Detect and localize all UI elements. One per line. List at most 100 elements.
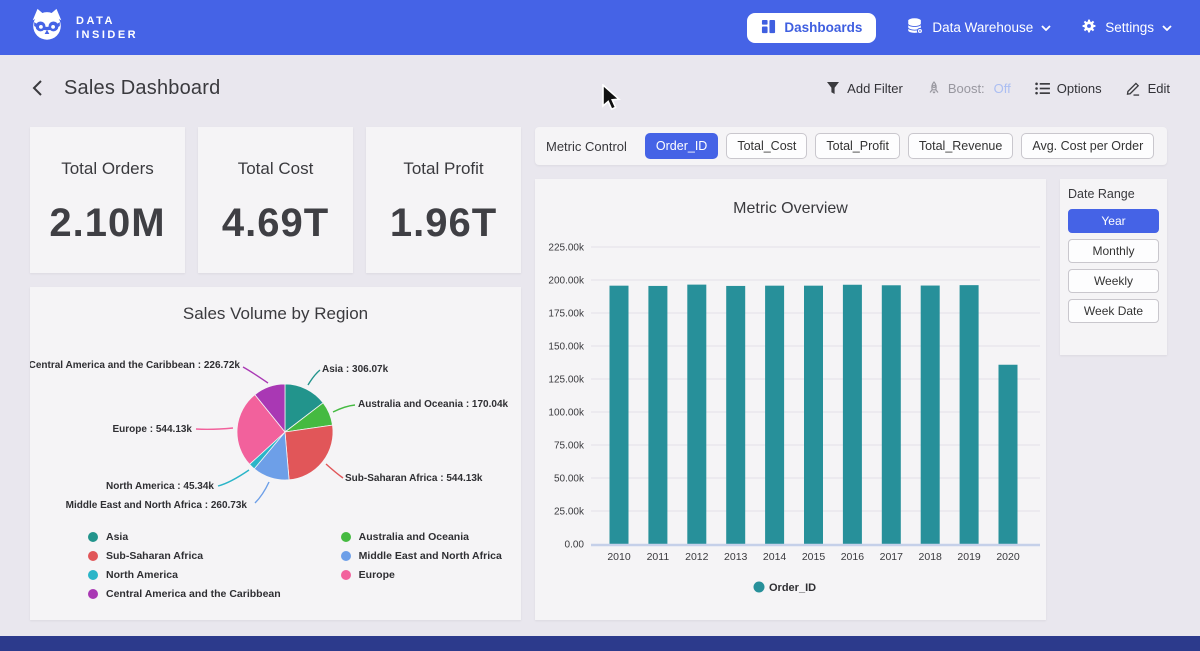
date-range-panel: Date Range Year Monthly Weekly Week Date: [1060, 179, 1167, 355]
add-filter-button[interactable]: Add Filter: [826, 81, 903, 96]
legend-dot-icon: [88, 532, 98, 542]
svg-text:2018: 2018: [919, 551, 943, 563]
kpi-card-total-profit: Total Profit 1.96T: [366, 127, 521, 273]
data-warehouse-menu[interactable]: Data Warehouse: [906, 17, 1051, 38]
bar-chart-card: Metric Overview 0.0025.00k50.00k75.00k10…: [535, 179, 1046, 620]
back-button[interactable]: [30, 78, 50, 98]
svg-text:Europe : 544.13k: Europe : 544.13k: [113, 424, 193, 435]
boost-label: Boost:: [948, 81, 985, 96]
options-label: Options: [1057, 81, 1102, 96]
legend-item[interactable]: Central America and the Caribbean: [88, 588, 281, 600]
metric-button-avg-cost[interactable]: Avg. Cost per Order: [1021, 133, 1154, 159]
svg-text:Sub-Saharan Africa : 544.13k: Sub-Saharan Africa : 544.13k: [345, 473, 483, 484]
footer-strip: [0, 636, 1200, 651]
svg-text:Order_ID: Order_ID: [769, 582, 816, 594]
svg-text:2014: 2014: [763, 551, 787, 563]
kpi-label: Total Orders: [30, 159, 185, 179]
rocket-icon: [927, 81, 941, 96]
chevron-down-icon: [1041, 25, 1051, 31]
dashboard-grid-icon: [761, 19, 776, 37]
funnel-icon: [826, 81, 840, 95]
kpi-value: 1.96T: [366, 201, 521, 246]
options-button[interactable]: Options: [1035, 81, 1102, 96]
legend-dot-icon: [341, 570, 351, 580]
list-icon: [1035, 82, 1050, 95]
date-range-week-date-button[interactable]: Week Date: [1068, 299, 1159, 323]
svg-text:100.00k: 100.00k: [548, 408, 585, 419]
edit-button[interactable]: Edit: [1126, 81, 1170, 96]
svg-text:Central America and the Caribb: Central America and the Caribbean : 226.…: [30, 360, 240, 371]
boost-toggle[interactable]: Boost: Off: [927, 81, 1011, 96]
svg-text:200.00k: 200.00k: [548, 276, 585, 287]
svg-text:2016: 2016: [841, 551, 865, 563]
date-range-year-button[interactable]: Year: [1068, 209, 1159, 233]
svg-text:2015: 2015: [802, 551, 826, 563]
svg-text:75.00k: 75.00k: [554, 441, 585, 452]
metric-button-total-cost[interactable]: Total_Cost: [726, 133, 807, 159]
svg-text:0.00: 0.00: [565, 540, 585, 551]
svg-text:North America : 45.34k: North America : 45.34k: [106, 481, 214, 492]
svg-text:2019: 2019: [957, 551, 981, 563]
settings-menu[interactable]: Settings: [1081, 18, 1172, 37]
svg-text:2020: 2020: [996, 551, 1020, 563]
kpi-value: 2.10M: [30, 201, 185, 246]
kpi-label: Total Cost: [198, 159, 353, 179]
date-range-label: Date Range: [1068, 187, 1159, 201]
legend-item[interactable]: Sub-Saharan Africa: [88, 550, 281, 562]
legend-dot-icon: [341, 532, 351, 542]
metric-control-bar: Metric Control Order_ID Total_Cost Total…: [535, 127, 1167, 165]
metric-button-total-profit[interactable]: Total_Profit: [815, 133, 900, 159]
svg-text:2012: 2012: [685, 551, 709, 563]
svg-text:2017: 2017: [880, 551, 904, 563]
database-icon: [906, 17, 924, 38]
legend-item[interactable]: North America: [88, 569, 281, 581]
pie-chart-card: Sales Volume by Region Asia : 306.07kAus…: [30, 287, 521, 620]
svg-text:225.00k: 225.00k: [548, 243, 585, 254]
bar-chart[interactable]: 0.0025.00k50.00k75.00k100.00k125.00k150.…: [535, 179, 1046, 620]
svg-text:Australia and Oceania : 170.04: Australia and Oceania : 170.04k: [358, 399, 509, 410]
svg-text:2011: 2011: [647, 551, 670, 563]
pie-legend: Asia Sub-Saharan Africa North America Ce…: [88, 531, 502, 600]
svg-text:175.00k: 175.00k: [548, 309, 585, 320]
metric-control-label: Metric Control: [546, 139, 627, 154]
chevron-down-icon: [1162, 25, 1172, 31]
gear-icon: [1081, 18, 1097, 37]
svg-text:Middle East and North Africa :: Middle East and North Africa : 260.73k: [66, 500, 248, 511]
pencil-icon: [1126, 81, 1141, 96]
kpi-card-total-orders: Total Orders 2.10M: [30, 127, 185, 273]
owl-logo-icon: [28, 6, 66, 49]
svg-text:2013: 2013: [724, 551, 748, 563]
settings-label: Settings: [1105, 20, 1154, 35]
legend-dot-icon: [88, 551, 98, 561]
date-range-weekly-button[interactable]: Weekly: [1068, 269, 1159, 293]
kpi-label: Total Profit: [366, 159, 521, 179]
legend-item[interactable]: Europe: [341, 569, 502, 581]
page-header: Sales Dashboard Add Filter Boost:Off Opt: [0, 55, 1200, 121]
data-warehouse-label: Data Warehouse: [932, 20, 1033, 35]
top-navbar: DATA INSIDER Dashboards: [0, 0, 1200, 55]
date-range-monthly-button[interactable]: Monthly: [1068, 239, 1159, 263]
boost-state: Off: [994, 81, 1011, 96]
legend-item[interactable]: Asia: [88, 531, 281, 543]
edit-label: Edit: [1148, 81, 1170, 96]
kpi-card-total-cost: Total Cost 4.69T: [198, 127, 353, 273]
metric-button-order-id[interactable]: Order_ID: [645, 133, 718, 159]
add-filter-label: Add Filter: [847, 81, 903, 96]
brand-line1: DATA: [76, 14, 138, 28]
metric-button-total-revenue[interactable]: Total_Revenue: [908, 133, 1013, 159]
legend-item[interactable]: Australia and Oceania: [341, 531, 502, 543]
dashboards-label: Dashboards: [784, 20, 862, 35]
page-title: Sales Dashboard: [64, 77, 220, 100]
svg-text:50.00k: 50.00k: [554, 474, 585, 485]
svg-text:125.00k: 125.00k: [548, 375, 585, 386]
kpi-value: 4.69T: [198, 201, 353, 246]
brand[interactable]: DATA INSIDER: [28, 6, 138, 49]
svg-text:2010: 2010: [607, 551, 631, 563]
dashboards-button[interactable]: Dashboards: [747, 13, 876, 43]
legend-dot-icon: [88, 589, 98, 599]
svg-text:25.00k: 25.00k: [554, 507, 585, 518]
legend-item[interactable]: Middle East and North Africa: [341, 550, 502, 562]
svg-text:Asia : 306.07k: Asia : 306.07k: [322, 364, 389, 375]
brand-line2: INSIDER: [76, 28, 138, 42]
legend-dot-icon: [88, 570, 98, 580]
